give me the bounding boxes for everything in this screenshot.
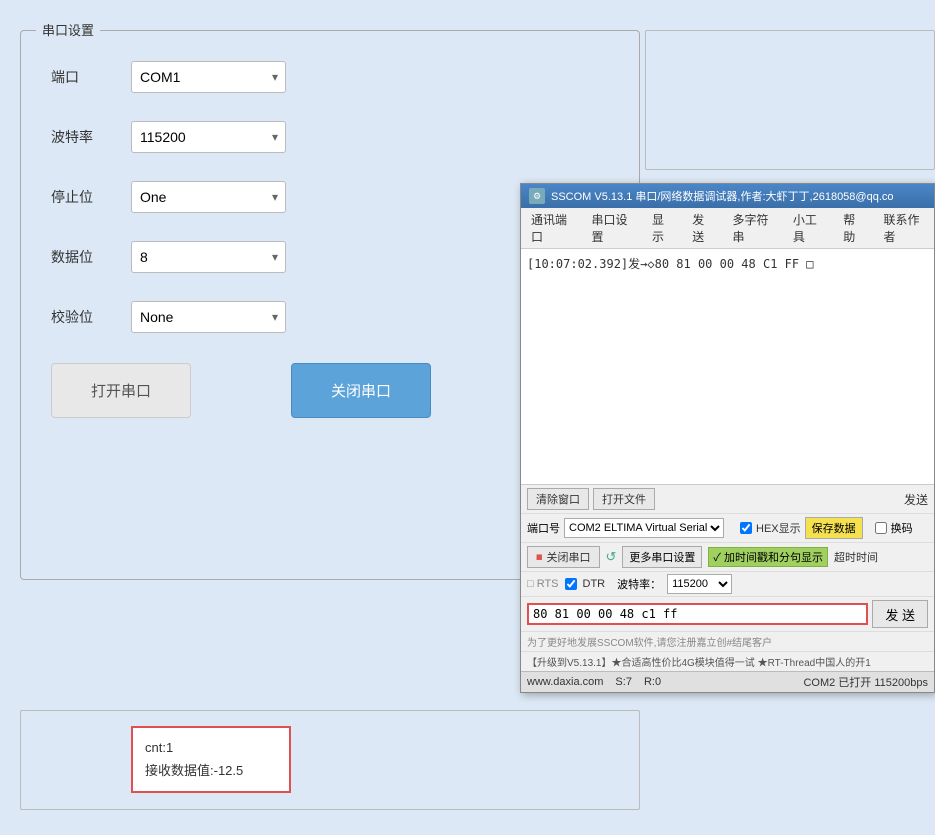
open-port-button[interactable]: 打开串口 xyxy=(51,363,191,418)
port-select-wrapper: COM1 COM2 COM3 COM4 ▾ xyxy=(131,61,286,93)
baud-select-wrapper: 9600 19200 38400 57600 115200 ▾ xyxy=(131,121,286,153)
sscom-output-text: [10:07:02.392]发→◇80 81 00 00 48 C1 FF □ xyxy=(527,257,814,271)
rts-label: □ RTS xyxy=(527,578,559,590)
refresh-icon: ↺ xyxy=(606,549,617,565)
stopbit-label: 停止位 xyxy=(51,187,131,207)
baud-row: 波特率 9600 19200 38400 57600 115200 ▾ xyxy=(51,121,609,153)
sscom-baud-select[interactable]: 115200 xyxy=(667,574,732,594)
baud-label: 波特率 xyxy=(51,127,131,147)
sscom-port-select[interactable]: COM2 ELTIMA Virtual Serial xyxy=(564,518,724,538)
sscom-icon: ⚙ xyxy=(529,188,545,204)
sscom-close-port-button[interactable]: ⏹ 关闭串口 xyxy=(527,546,600,568)
send-label: 发送 xyxy=(904,491,928,508)
sscom-upgrade-row: 【升级到V5.13.1】★合适高性价比4G模块值得一试 ★RT-Thread中国… xyxy=(521,652,934,671)
sscom-close-btn-label: 关闭串口 xyxy=(547,549,591,565)
received-value: 接收数据值:-12.5 xyxy=(145,759,277,782)
com-status: COM2 已打开 115200bps xyxy=(803,674,928,690)
sscom-send-button[interactable]: 发 送 xyxy=(872,600,928,628)
hex-display-checkbox[interactable] xyxy=(740,522,752,534)
stopbit-select-wrapper: One Two OnePointFive ▾ xyxy=(131,181,286,213)
menu-comm[interactable]: 通讯端口 xyxy=(521,208,581,248)
sscom-input-row: 发 送 xyxy=(521,597,934,632)
sscom-bottom: 清除窗口 打开文件 发送 端口号 COM2 ELTIMA Virtual Ser… xyxy=(521,484,934,692)
upgrade-text: 【升级到V5.13.1】★合适高性价比4G模块值得一试 ★RT-Thread中国… xyxy=(527,658,871,669)
s-value: S:7 xyxy=(615,676,632,688)
databit-select[interactable]: 5 6 7 8 xyxy=(131,241,286,273)
r-value: R:0 xyxy=(644,676,661,688)
baud-row-label: 波特率： xyxy=(617,576,661,592)
sscom-statusbar: www.daxia.com S:7 R:0 COM2 已打开 115200bps xyxy=(521,671,934,692)
cnt-box: cnt:1 接收数据值:-12.5 xyxy=(131,726,291,793)
close-port-button[interactable]: 关闭串口 xyxy=(291,363,431,418)
port-row-label: 端口号 xyxy=(527,520,560,536)
dtr-label: DTR xyxy=(583,578,606,590)
sscom-rts-row: □ RTS DTR 波特率： 115200 xyxy=(521,572,934,597)
cnt-panel: cnt:1 接收数据值:-12.5 xyxy=(20,710,640,810)
menu-contact[interactable]: 联系作者 xyxy=(874,208,934,248)
parity-select-wrapper: None Even Odd Mark Space ▾ xyxy=(131,301,286,333)
more-port-button[interactable]: 更多串口设置 xyxy=(622,546,702,568)
panel-title: 串口设置 xyxy=(36,20,100,39)
parity-select[interactable]: None Even Odd Mark Space xyxy=(131,301,286,333)
website-label: www.daxia.com xyxy=(527,676,603,688)
open-file-button[interactable]: 打开文件 xyxy=(593,488,655,510)
ad-text: 为了更好地发展SSCOM软件,请您注册嘉立创#结尾客户 xyxy=(527,638,772,649)
timestamp-label: ✓ 加时间戳和分句显示 xyxy=(708,547,828,567)
menu-send[interactable]: 发送 xyxy=(682,208,722,248)
sscom-title: SSCOM V5.13.1 串口/网络数据调试器,作者:大虾丁丁,2618058… xyxy=(551,188,894,204)
port-select[interactable]: COM1 COM2 COM3 COM4 xyxy=(131,61,286,93)
more-label: 换码 xyxy=(891,520,913,536)
menu-serial[interactable]: 串口设置 xyxy=(581,208,641,248)
clear-window-button[interactable]: 清除窗口 xyxy=(527,488,589,510)
cnt-value: cnt:1 xyxy=(145,736,277,759)
dtr-checkbox[interactable] xyxy=(565,578,577,590)
databit-label: 数据位 xyxy=(51,247,131,267)
parity-label: 校验位 xyxy=(51,307,131,327)
stop-icon: ⏹ xyxy=(536,549,543,565)
sscom-toolbar-row: 清除窗口 打开文件 发送 xyxy=(521,485,934,514)
right-panel xyxy=(645,30,935,170)
sscom-titlebar: ⚙ SSCOM V5.13.1 串口/网络数据调试器,作者:大虾丁丁,26180… xyxy=(521,184,934,208)
menu-multistring[interactable]: 多字符串 xyxy=(722,208,782,248)
sscom-ad-row: 为了更好地发展SSCOM软件,请您注册嘉立创#结尾客户 xyxy=(521,632,934,652)
databit-select-wrapper: 5 6 7 8 ▾ xyxy=(131,241,286,273)
menu-tools[interactable]: 小工具 xyxy=(783,208,833,248)
menu-display[interactable]: 显示 xyxy=(642,208,682,248)
sscom-close-row: ⏹ 关闭串口 ↺ 更多串口设置 ✓ 加时间戳和分句显示 超时时间 xyxy=(521,543,934,572)
more-checkbox[interactable] xyxy=(875,522,887,534)
sscom-port-row: 端口号 COM2 ELTIMA Virtual Serial HEX显示 保存数… xyxy=(521,514,934,543)
sscom-menubar: 通讯端口 串口设置 显示 发送 多字符串 小工具 帮助 联系作者 xyxy=(521,208,934,249)
menu-help[interactable]: 帮助 xyxy=(833,208,873,248)
baud-select[interactable]: 9600 19200 38400 57600 115200 xyxy=(131,121,286,153)
save-data-button[interactable]: 保存数据 xyxy=(805,517,863,539)
hex-display-label: HEX显示 xyxy=(756,520,801,536)
port-label: 端口 xyxy=(51,67,131,87)
stopbit-select[interactable]: One Two OnePointFive xyxy=(131,181,286,213)
sscom-output: [10:07:02.392]发→◇80 81 00 00 48 C1 FF □ xyxy=(521,249,934,484)
port-row: 端口 COM1 COM2 COM3 COM4 ▾ xyxy=(51,61,609,93)
hex-input[interactable] xyxy=(527,603,868,625)
timeout-label: 超时时间 xyxy=(834,549,878,565)
sscom-window: ⚙ SSCOM V5.13.1 串口/网络数据调试器,作者:大虾丁丁,26180… xyxy=(520,183,935,693)
